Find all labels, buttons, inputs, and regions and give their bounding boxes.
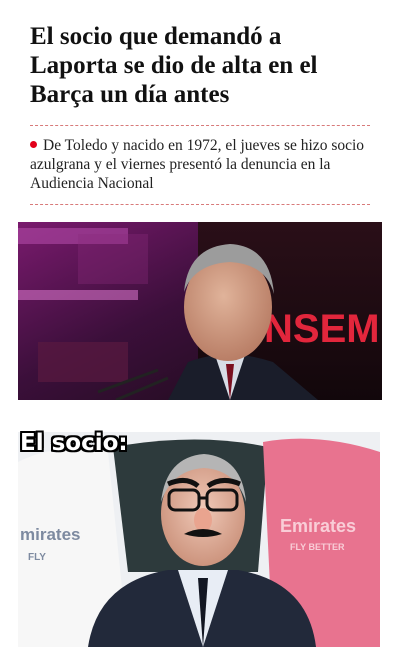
subhead-text: De Toledo y nacido en 1972, el jueves se…: [30, 137, 365, 192]
meme-illustration: mirates FLY Emirates FLY BETTER: [18, 432, 380, 647]
meme-image[interactable]: mirates FLY Emirates FLY BETTER: [18, 432, 380, 647]
jersey-text-left-2: FLY: [28, 552, 46, 563]
jersey-text-right-2: FLY BETTER: [290, 542, 345, 552]
jersey-text-left: mirates: [20, 525, 80, 544]
article-subhead: De Toledo y nacido en 1972, el jueves se…: [30, 136, 375, 193]
fake-nose-icon: [194, 508, 212, 532]
backdrop-text: NSEM: [264, 307, 380, 351]
press-conference-illustration: NSEM E: [18, 222, 382, 400]
article-photo[interactable]: NSEM E: [18, 222, 382, 400]
jersey-text-right: Emirates: [280, 516, 356, 536]
article-headline[interactable]: El socio que demandó a Laporta se dio de…: [30, 22, 375, 109]
meme-caption: El socio:: [20, 430, 128, 456]
divider-bottom: [30, 204, 370, 205]
red-bullet-icon: [30, 141, 37, 148]
divider-top: [30, 125, 370, 126]
